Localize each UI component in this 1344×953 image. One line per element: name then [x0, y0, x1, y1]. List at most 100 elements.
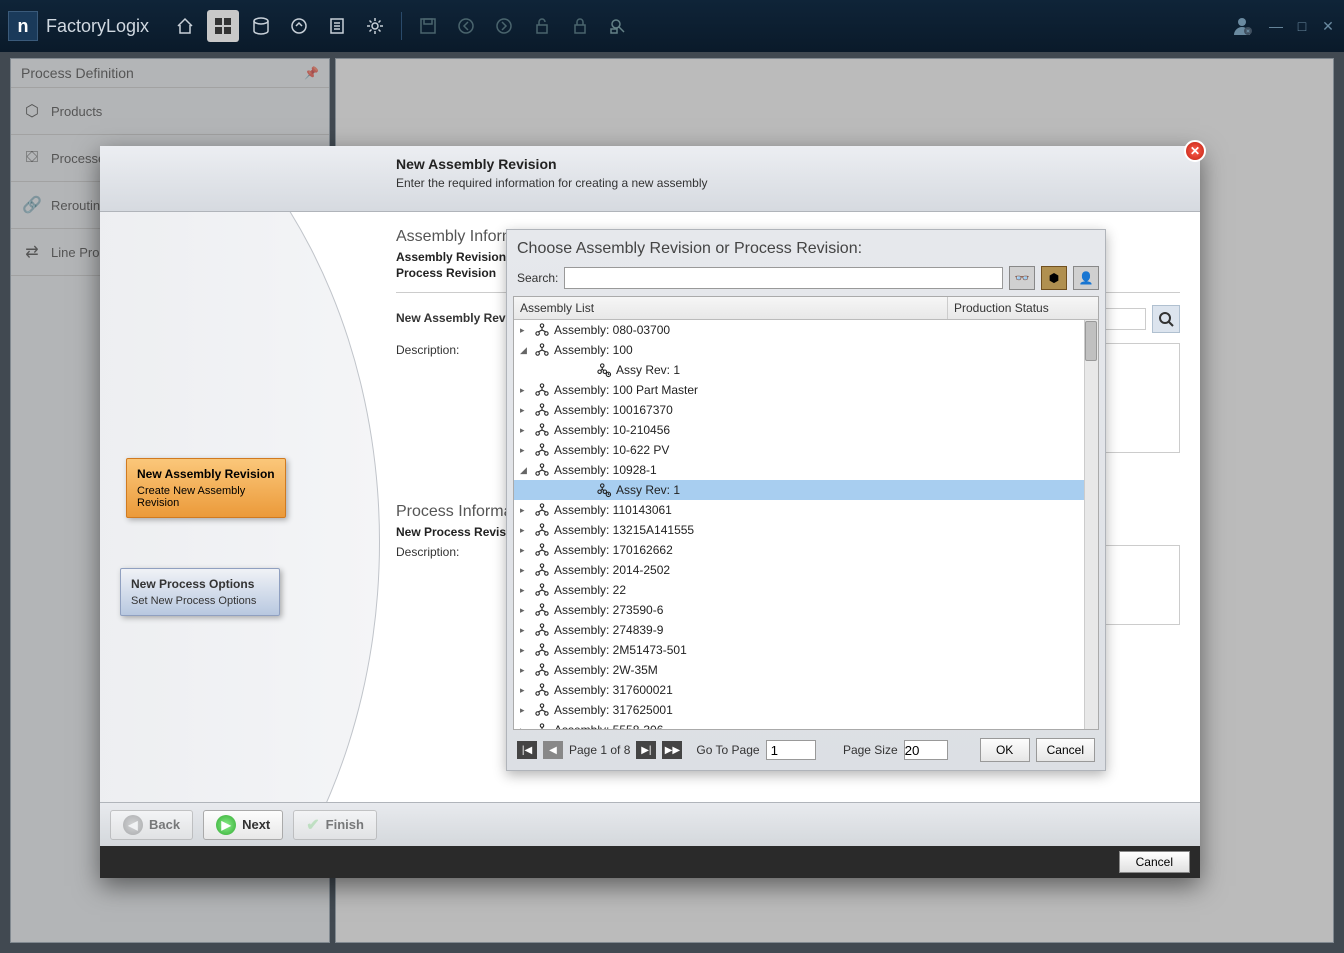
wizard-header: New Assembly Revision Enter the required… — [100, 146, 1200, 212]
assembly-icon — [534, 522, 550, 538]
wizard-steps-pane: New Assembly Revision Create New Assembl… — [100, 212, 390, 802]
lock-icon[interactable] — [564, 10, 596, 42]
pager-last-button[interactable]: ▶▶ — [662, 741, 682, 759]
expand-arrow-icon[interactable]: ▸ — [520, 545, 530, 556]
tree-row-assembly[interactable]: ▸Assembly: 317600021 — [514, 680, 1098, 700]
tree-row-assembly[interactable]: ▸Assembly: 10-622 PV — [514, 440, 1098, 460]
expand-arrow-icon[interactable]: ▸ — [520, 605, 530, 616]
tree-row-assembly[interactable]: ▸ Assembly: 2014-2502 — [514, 560, 1098, 580]
tree-row-label: Assembly: 2W-35M — [554, 663, 658, 677]
user-icon[interactable] — [1226, 10, 1258, 42]
tree-row-assembly[interactable]: ◢Assembly: 10928-1 — [514, 460, 1098, 480]
expand-arrow-icon[interactable]: ▸ — [520, 505, 530, 516]
tree-row-assembly[interactable]: ▸Assembly: 100167370 — [514, 400, 1098, 420]
revision-icon — [596, 362, 612, 378]
tree-row-assembly[interactable]: ▸Assembly: 170162662 — [514, 540, 1098, 560]
expand-arrow-icon[interactable]: ▸ — [520, 445, 530, 456]
filter-user-button[interactable]: 👤 — [1073, 266, 1099, 290]
ok-button[interactable]: OK — [980, 738, 1030, 762]
expand-arrow-icon[interactable]: ▸ — [520, 725, 530, 730]
tree-row-assembly[interactable]: ▸ Assembly: 5558-306 — [514, 720, 1098, 729]
expand-arrow-icon[interactable]: ▸ — [520, 705, 530, 716]
document-icon[interactable] — [321, 10, 353, 42]
tree-row-label: Assembly: 2014-2502 — [554, 563, 670, 577]
page-size-select[interactable] — [904, 740, 948, 760]
scrollbar-thumb[interactable] — [1085, 321, 1097, 361]
wizard-cancel-button[interactable]: Cancel — [1119, 851, 1190, 873]
expand-arrow-icon[interactable]: ▸ — [520, 325, 530, 336]
back-button[interactable]: ◀Back — [110, 810, 193, 840]
browse-assembly-button[interactable] — [1152, 305, 1180, 333]
step-new-process-options[interactable]: New Process Options Set New Process Opti… — [120, 568, 280, 616]
tree-row-assembly[interactable]: ▸Assembly: 317625001 — [514, 700, 1098, 720]
expand-arrow-icon[interactable]: ◢ — [520, 345, 530, 356]
tree-row-assembly[interactable]: ▸Assembly: 273590-6 — [514, 600, 1098, 620]
pager-next-button[interactable]: ▶| — [636, 741, 656, 759]
filter-assembly-button[interactable]: ⬢ — [1041, 266, 1067, 290]
assembly-icon — [534, 702, 550, 718]
tree-row-label: Assembly: 100 — [554, 343, 633, 357]
column-assembly-list[interactable]: Assembly List — [514, 297, 948, 319]
grid-icon[interactable] — [207, 10, 239, 42]
database-icon[interactable] — [245, 10, 277, 42]
wizard-close-button[interactable]: ✕ — [1184, 140, 1206, 162]
tree-row-assembly[interactable]: ▸Assembly: 110143061 — [514, 500, 1098, 520]
tree-row-assembly[interactable]: ◢ Assembly: 100 — [514, 340, 1098, 360]
expand-arrow-icon[interactable]: ▸ — [520, 585, 530, 596]
home-icon[interactable] — [169, 10, 201, 42]
assembly-icon — [534, 602, 550, 618]
expand-arrow-icon[interactable]: ▸ — [520, 425, 530, 436]
tree-row-assembly[interactable]: ▸Assembly: 22 — [514, 580, 1098, 600]
expand-arrow-icon[interactable]: ▸ — [520, 665, 530, 676]
find-icon[interactable] — [602, 10, 634, 42]
close-button[interactable]: ✕ — [1320, 18, 1336, 34]
tree-row-assembly[interactable]: ▸Assembly: 080-03700 — [514, 320, 1098, 340]
nav-back-icon[interactable] — [450, 10, 482, 42]
wizard-subtitle: Enter the required information for creat… — [396, 176, 1180, 190]
goto-page-input[interactable] — [766, 740, 816, 760]
expand-arrow-icon[interactable]: ▸ — [520, 525, 530, 536]
assembly-icon — [534, 422, 550, 438]
expand-arrow-icon[interactable]: ▸ — [520, 685, 530, 696]
tree-row-assembly[interactable]: ▸Assembly: 2M51473-501 — [514, 640, 1098, 660]
grid-body[interactable]: ▸Assembly: 080-03700 ◢ Assembly: 100 Assy R… — [514, 320, 1098, 729]
column-production-status[interactable]: Production Status — [948, 297, 1098, 319]
gear-icon[interactable] — [359, 10, 391, 42]
tree-row-assembly[interactable]: ▸Assembly: 100 Part Master — [514, 380, 1098, 400]
tree-row-assembly[interactable]: ▸Assembly: 10-210456 — [514, 420, 1098, 440]
nav-forward-icon[interactable] — [488, 10, 520, 42]
finish-button[interactable]: ✔Finish — [293, 810, 377, 840]
assembly-icon — [534, 662, 550, 678]
save-icon[interactable] — [412, 10, 444, 42]
tree-row-label: Assembly: 5558-306 — [554, 723, 663, 729]
pager-prev-button[interactable]: ◀ — [543, 741, 563, 759]
app-logo: n — [8, 11, 38, 41]
chooser-cancel-button[interactable]: Cancel — [1036, 738, 1095, 762]
assembly-icon — [534, 322, 550, 338]
scrollbar[interactable] — [1084, 320, 1098, 729]
revision-icon — [596, 482, 612, 498]
pager-first-button[interactable]: |◀ — [517, 741, 537, 759]
filter-binoculars-button[interactable]: 👓 — [1009, 266, 1035, 290]
tree-row-revision[interactable]: Assy Rev: 1 — [514, 360, 1098, 380]
expand-arrow-icon[interactable]: ◢ — [520, 465, 530, 476]
expand-arrow-icon[interactable]: ▸ — [520, 565, 530, 576]
expand-arrow-icon[interactable]: ▸ — [520, 625, 530, 636]
expand-arrow-icon[interactable]: ▸ — [520, 405, 530, 416]
refresh-icon[interactable] — [283, 10, 315, 42]
chooser-title: Choose Assembly Revision or Process Revi… — [513, 240, 1099, 258]
minimize-button[interactable]: — — [1268, 18, 1284, 34]
expand-arrow-icon[interactable]: ▸ — [520, 385, 530, 396]
tree-row-label: Assembly: 274839-9 — [554, 623, 663, 637]
tree-row-assembly[interactable]: ▸ Assembly: 13215A141555 — [514, 520, 1098, 540]
expand-arrow-icon[interactable]: ▸ — [520, 645, 530, 656]
search-input[interactable] — [564, 267, 1003, 289]
tree-row-label: Assembly: 13215A141555 — [554, 523, 694, 537]
next-button[interactable]: ▶Next — [203, 810, 283, 840]
maximize-button[interactable]: □ — [1294, 18, 1310, 34]
tree-row-revision[interactable]: Assy Rev: 1 — [514, 480, 1098, 500]
unlock-icon[interactable] — [526, 10, 558, 42]
tree-row-assembly[interactable]: ▸ Assembly: 2W-35M — [514, 660, 1098, 680]
tree-row-assembly[interactable]: ▸ Assembly: 274839-9 — [514, 620, 1098, 640]
step-new-assembly-revision[interactable]: New Assembly Revision Create New Assembl… — [126, 458, 286, 518]
